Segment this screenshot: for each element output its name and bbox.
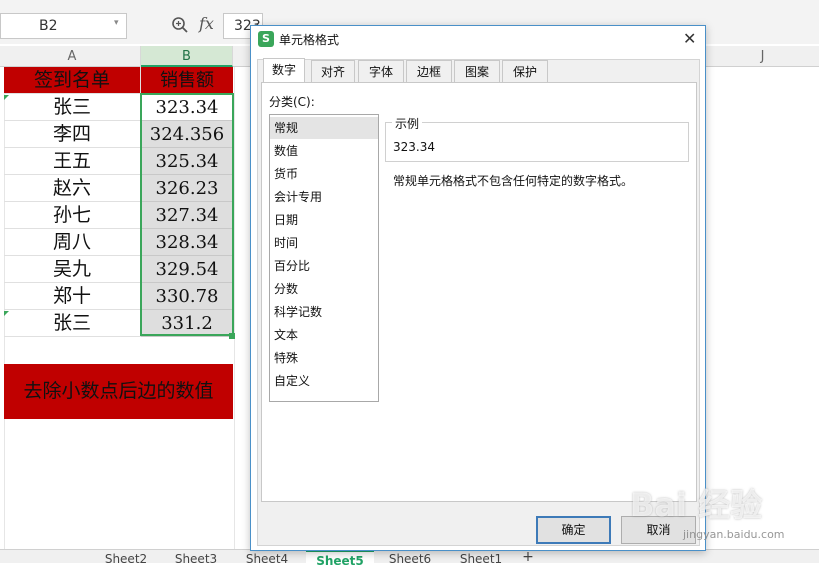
category-item-special[interactable]: 特殊 [270,347,378,369]
sheet-tab[interactable]: Sheet4 [236,550,298,566]
tab-number[interactable]: 数字 [263,58,305,83]
category-item-date[interactable]: 日期 [270,209,378,231]
cell-name[interactable]: 张三 [4,94,141,121]
tab-protection[interactable]: 保护 [502,60,548,83]
cell-name[interactable]: 张三 [4,310,141,337]
category-label: 分类(C): [269,95,315,109]
category-item-accounting[interactable]: 会计专用 [270,186,378,208]
error-indicator-icon [4,311,9,316]
fx-icon[interactable]: fx [199,14,214,33]
name-box[interactable]: B2 [0,13,127,39]
note-cell[interactable]: 去除小数点后边的数值 [4,364,233,419]
header-cell-sales[interactable]: 销售额 [141,67,233,94]
category-item-time[interactable]: 时间 [270,232,378,254]
category-item-general[interactable]: 常规 [270,117,378,139]
watermark-logo: Bai 经验 [630,486,763,524]
watermark-logo: jingyan.baidu.com [683,528,785,541]
add-sheet-button[interactable]: + [518,550,538,564]
cell-name[interactable]: 吴九 [4,256,141,283]
sheet-tab[interactable]: Sheet2 [95,550,157,566]
cell-name[interactable]: 周八 [4,229,141,256]
category-item-fraction[interactable]: 分数 [270,278,378,300]
cell-name[interactable]: 赵六 [4,175,141,202]
category-item-scientific[interactable]: 科学记数 [270,301,378,323]
column-header-j[interactable]: J [706,46,819,67]
chevron-down-icon[interactable]: ▾ [114,18,119,28]
header-cell-name[interactable]: 签到名单 [4,67,141,94]
cell-name[interactable]: 王五 [4,148,141,175]
column-header-b[interactable]: B [141,46,233,67]
sample-value: 323.34 [393,140,435,154]
sheet-tab[interactable]: Sheet3 [165,550,227,566]
cell-name[interactable]: 李四 [4,121,141,148]
column-header-a[interactable]: A [4,46,141,67]
category-item-percentage[interactable]: 百分比 [270,255,378,277]
dialog-title: 单元格格式 [279,33,340,47]
category-list[interactable]: 常规 数值 货币 会计专用 日期 时间 百分比 分数 科学记数 文本 特殊 自定… [269,114,379,402]
category-item-text[interactable]: 文本 [270,324,378,346]
cell-name[interactable]: 孙七 [4,202,141,229]
category-item-custom[interactable]: 自定义 [270,370,378,392]
fill-handle[interactable] [229,333,235,339]
sheet-tab-bar: Sheet2 Sheet3 Sheet4 Sheet5 Sheet6 Sheet… [0,549,819,568]
tab-pattern[interactable]: 图案 [454,60,500,83]
category-item-number[interactable]: 数值 [270,140,378,162]
sample-label: 示例 [392,115,423,132]
tab-font[interactable]: 字体 [358,60,404,83]
app-logo-icon: S [258,31,274,47]
category-item-currency[interactable]: 货币 [270,163,378,185]
format-description: 常规单元格格式不包含任何特定的数字格式。 [393,174,634,188]
sheet-tab[interactable]: Sheet6 [379,550,441,566]
gridline [234,67,235,549]
tab-border[interactable]: 边框 [406,60,452,83]
format-cells-dialog: S 单元格格式 ✕ 数字 对齐 字体 边框 图案 保护 分类(C): 常规 数值… [250,25,706,551]
close-icon[interactable]: ✕ [683,29,696,48]
sheet-tab[interactable]: Sheet1 [450,550,512,566]
sheet-tab-active[interactable]: Sheet5 [306,550,374,568]
cell-name[interactable]: 郑十 [4,283,141,310]
zoom-icon[interactable] [171,16,189,34]
selection-border [140,93,234,336]
error-indicator-icon [4,95,9,100]
tab-alignment[interactable]: 对齐 [311,60,355,83]
ok-button[interactable]: 确定 [536,516,611,544]
